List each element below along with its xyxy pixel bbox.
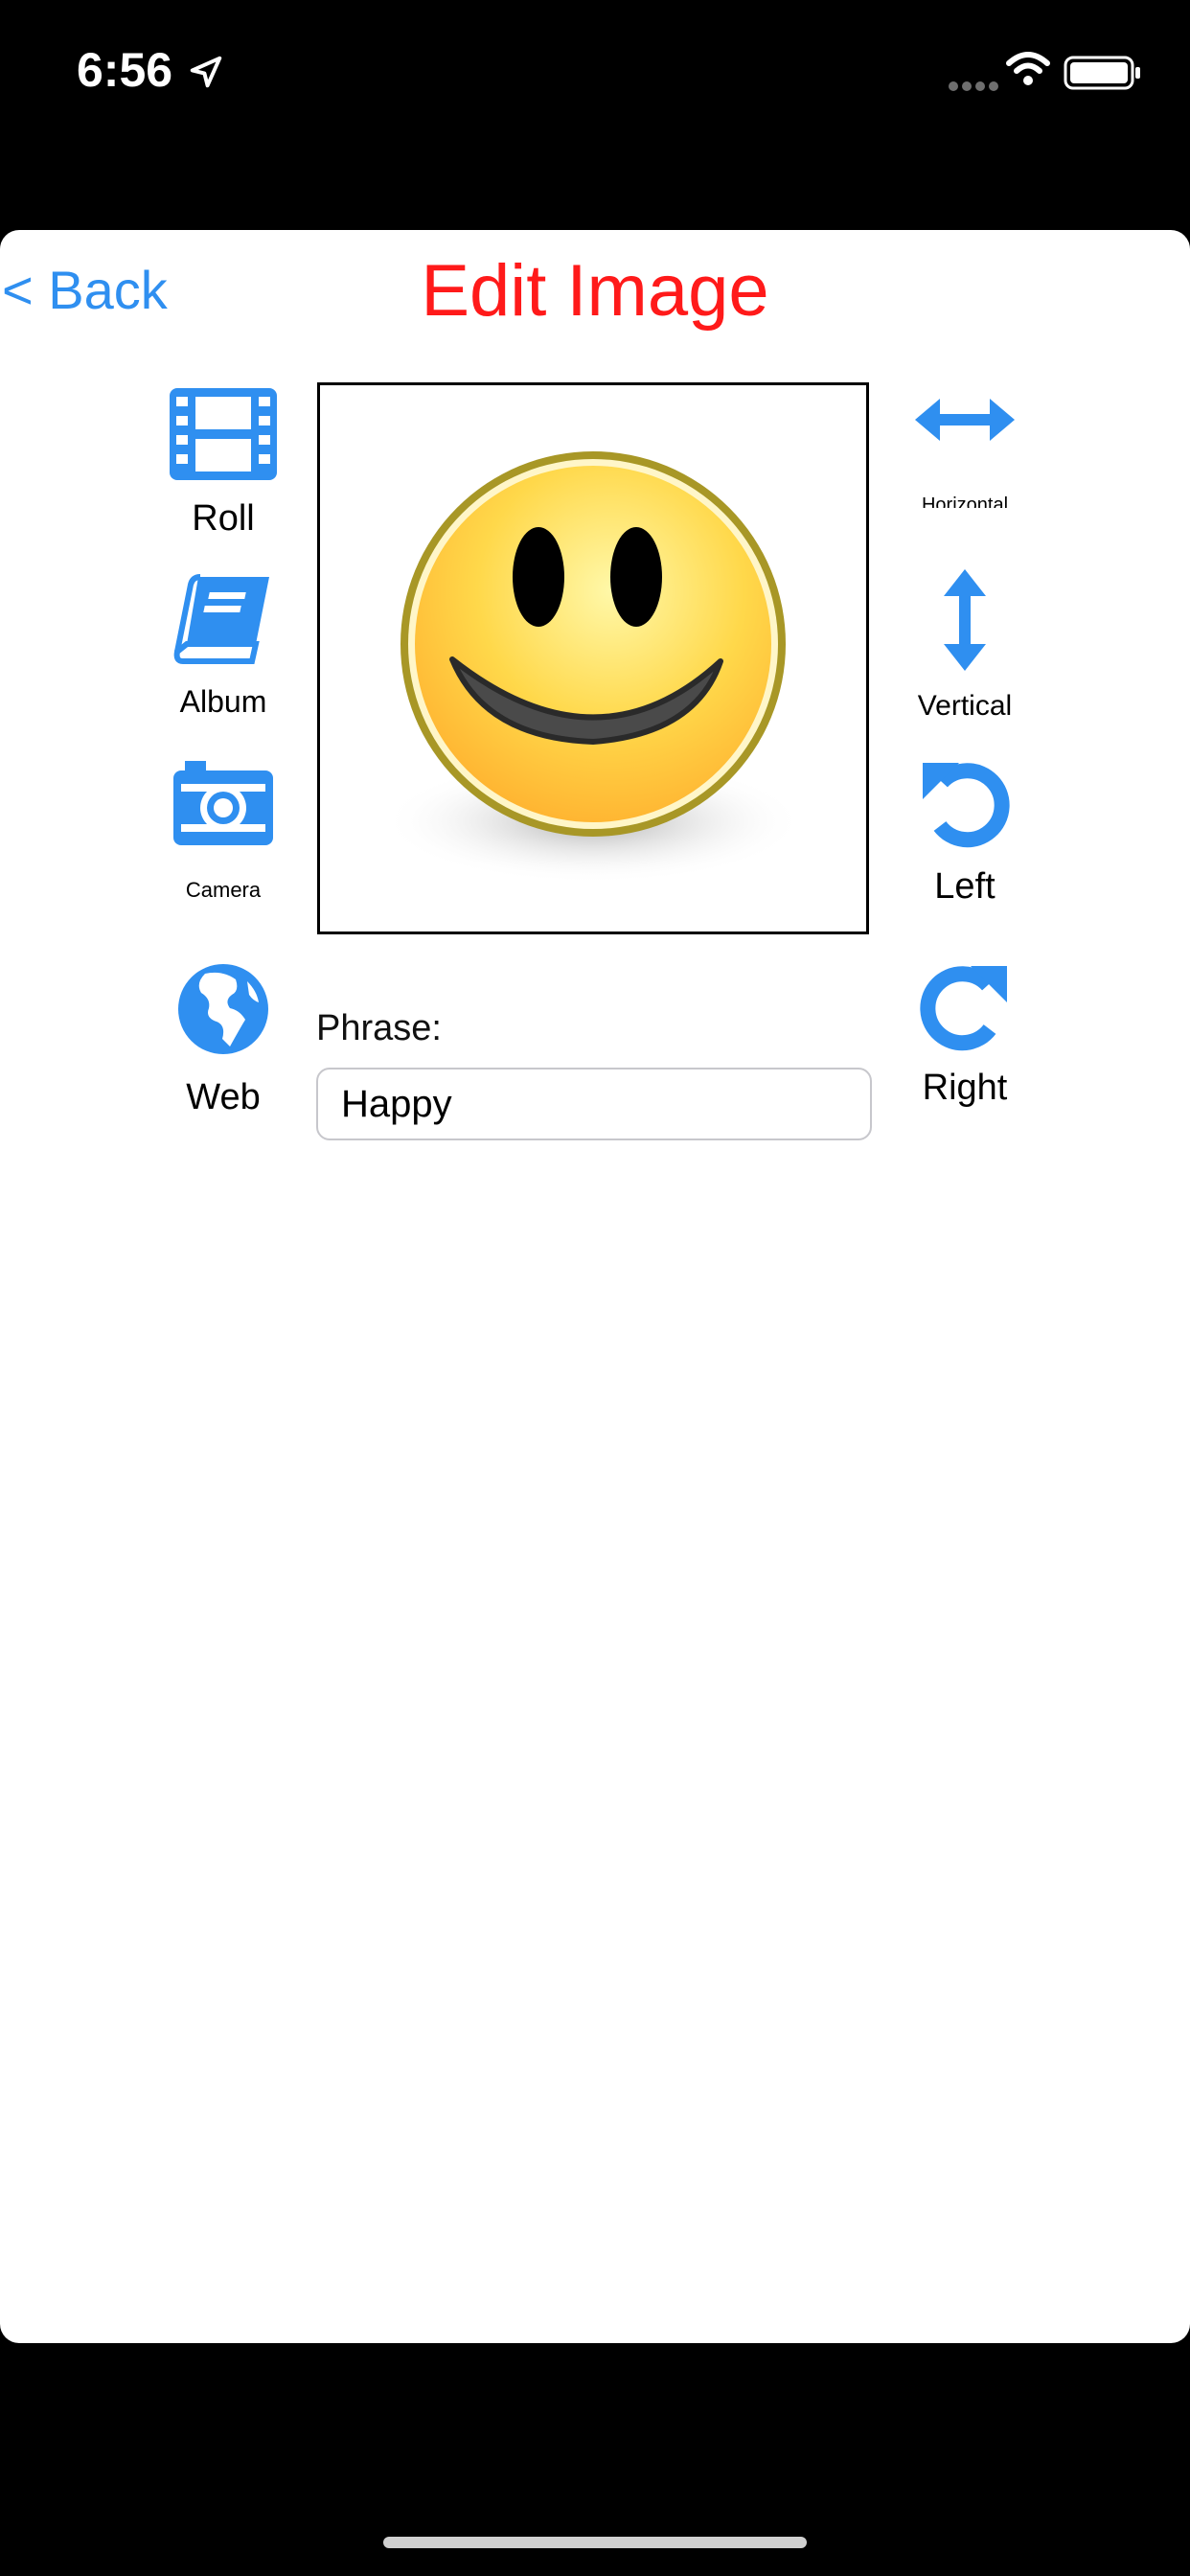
battery-icon [1064,56,1140,90]
album-label: Album [179,684,267,719]
camera-label: Camera [185,878,262,902]
rotate-left-button[interactable]: Left [903,757,1027,908]
globe-icon [178,964,268,1054]
roll-label: Roll [192,498,255,539]
camera-button[interactable]: Camera [161,757,286,903]
image-preview[interactable] [317,382,869,934]
vertical-label: Vertical [917,690,1013,722]
signal-icon [945,79,998,96]
phrase-label: Phrase: [316,1008,442,1048]
location-arrow-icon [190,56,222,88]
rotate-left-icon [923,763,1010,848]
web-button[interactable]: Web [161,962,286,1118]
phrase-input[interactable] [316,1068,872,1140]
right-label: Right [922,1068,1008,1108]
book-icon [173,574,269,664]
rotate-right-button[interactable]: Right [903,960,1027,1109]
web-label: Web [186,1077,261,1117]
film-icon [170,388,277,480]
smiley-face-icon [382,451,804,884]
wifi-icon [1006,52,1050,85]
flip-vertical-button[interactable]: Vertical [903,565,1027,723]
horizontal-label: Horizontal [921,494,1009,508]
home-indicator[interactable] [383,2537,807,2548]
page-title: Edit Image [421,250,769,332]
edit-image-screen: < Back Edit Image Roll Album Camera Web … [0,230,1190,2343]
horizontal-arrows-icon [915,399,1015,441]
left-label: Left [934,866,995,907]
camera-icon [173,761,273,845]
roll-button[interactable]: Roll [161,385,286,540]
album-button[interactable]: Album [161,573,286,720]
status-time: 6:56 [77,43,173,97]
rotate-right-icon [920,966,1007,1051]
vertical-arrows-icon [944,569,986,671]
flip-horizontal-button[interactable]: Horizontal [903,393,1027,546]
